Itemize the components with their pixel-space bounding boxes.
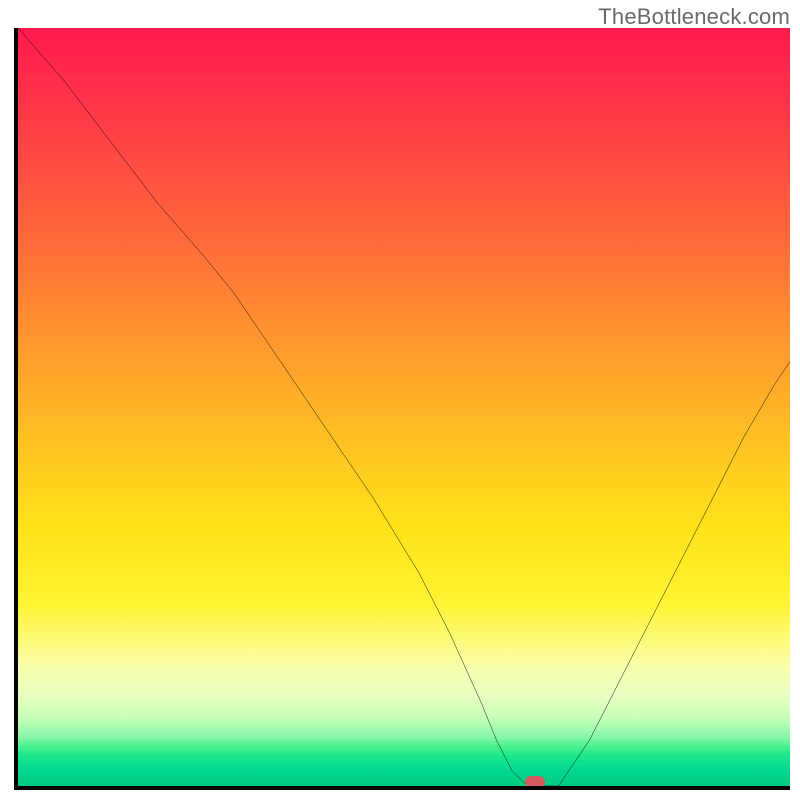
plot-area: [14, 28, 790, 790]
watermark-text: TheBottleneck.com: [598, 4, 790, 30]
chart-container: TheBottleneck.com: [0, 0, 800, 800]
curve-path: [18, 28, 790, 786]
bottleneck-curve: [18, 28, 790, 786]
minimum-marker: [525, 776, 545, 788]
